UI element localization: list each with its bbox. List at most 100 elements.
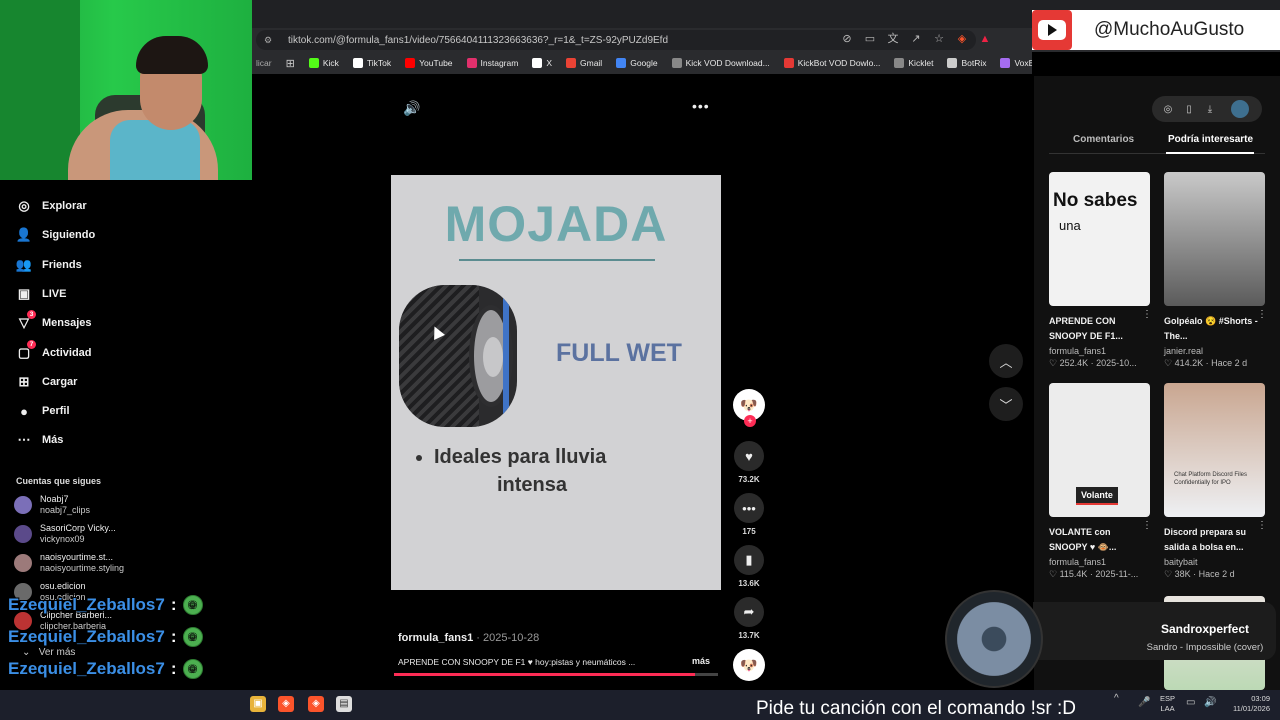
following-account[interactable]: naoisyourtime.st... naoisyourtime.styling (14, 552, 124, 574)
translate-icon[interactable]: 文 (886, 31, 900, 47)
sidebar-item-siguiendo[interactable]: 👤 Siguiendo (16, 227, 95, 243)
recommended-video-card[interactable]: Chat Platform Discord Files Confidential… (1164, 383, 1267, 580)
sidebar-item-friends[interactable]: 👥 Friends (16, 257, 82, 273)
card-stats: ♡ 414.2K · Hace 2 d (1164, 358, 1248, 368)
no-tracking-icon[interactable]: ⊘ (840, 31, 854, 47)
sidebar-item-explorar[interactable]: ◎ Explorar (16, 198, 86, 214)
bookmark-item[interactable]: Kicklet (894, 58, 933, 68)
brave-taskbar-icon-2[interactable]: ◈ (308, 696, 324, 712)
sidebar-item-label: Actividad (42, 346, 92, 359)
bookmark-item[interactable]: KickBot VOD Dowlo... (783, 58, 880, 68)
notification-badge: 3 (27, 310, 36, 320)
taskbar-app-icon[interactable]: ▣ (250, 696, 266, 712)
share-button[interactable]: ➦ 13.7K (733, 597, 765, 640)
lang-top: ESP (1160, 694, 1176, 703)
bookmark-item[interactable]: Kick (308, 58, 339, 68)
messages-icon: ▽ 3 (16, 310, 36, 331)
apps-grid-icon[interactable]: ⊞ (286, 57, 295, 70)
sidebar-item-actividad[interactable]: ▢ 7 Actividad (16, 339, 92, 361)
site-info-icon[interactable]: ⚙ (264, 35, 276, 46)
card-more-icon[interactable]: ⋮ (1142, 309, 1152, 320)
tab-might-interest[interactable]: Podría interesarte (1168, 134, 1253, 145)
recommended-video-card[interactable]: Volante VOLANTE con SNOOPY ♥ 🐵... formula_… (1049, 383, 1152, 580)
comment-button[interactable]: ••• 175 (733, 493, 765, 536)
card-more-icon[interactable]: ⋮ (1142, 520, 1152, 531)
video-headline-rule (459, 259, 655, 261)
bookmark-partial-label: licar (256, 58, 272, 68)
card-author: janier.real (1164, 346, 1204, 356)
bookmark-item[interactable]: Kick VOD Download... (671, 58, 770, 68)
sidebar-item-label: Siguiendo (42, 229, 96, 242)
video-player[interactable]: MOJADA FULL WET Ideales para lluvia inte… (391, 175, 721, 590)
webcam-wall (0, 0, 80, 180)
video-author-line[interactable]: formula_fans1 · 2025-10-28 (398, 632, 539, 644)
user-avatar[interactable] (1231, 100, 1249, 118)
volume-icon[interactable]: 🔊 (403, 100, 420, 117)
brave-shield-icon[interactable]: ◈ (955, 31, 969, 47)
video-bullet: Ideales para lluvia intensa (416, 443, 716, 499)
bookmark-star-icon[interactable]: ☆ (932, 31, 946, 47)
sidebar-item-label: Perfil (42, 405, 70, 418)
tab-comments[interactable]: Comentarios (1073, 134, 1134, 145)
language-indicator[interactable]: ESP LAA (1160, 694, 1175, 714)
mic-icon[interactable]: 🎤 (1138, 697, 1150, 708)
recommended-video-card[interactable]: No sabes una APRENDE CON SNOOPY DE F1... fo… (1049, 172, 1152, 369)
bookmark-item[interactable]: BotRix (947, 58, 986, 68)
wet-tire-image (399, 285, 517, 427)
sidebar-item-perfil[interactable]: ● Perfil (16, 403, 70, 419)
download-icon[interactable]: ⤓ (1204, 104, 1216, 115)
chevron-down-icon: ﹀ (999, 397, 1013, 413)
recommended-video-card[interactable]: Golpéalo 😵 #Shorts - The... janier.real ♡ … (1164, 172, 1267, 369)
more-options-icon[interactable]: ••• (692, 98, 710, 114)
bullet-line-2: intensa (497, 474, 568, 496)
chat-separator: : (170, 627, 177, 646)
brave-rewards-icon[interactable]: ▲ (978, 31, 992, 47)
bookmark-item[interactable]: Google (616, 58, 658, 68)
system-clock[interactable]: 03:09 11/01/2026 (1224, 694, 1270, 714)
sound-disc-button[interactable]: 🐶 (733, 649, 765, 681)
see-more-link[interactable]: ⌄ Ver más (22, 647, 75, 658)
bookmark-label: YouTube (419, 58, 453, 68)
cast-icon[interactable]: ▭ (863, 31, 877, 47)
bookmark-item[interactable]: TikTok (352, 58, 391, 68)
previous-video-button[interactable]: ︿ (989, 344, 1023, 378)
description-more-button[interactable]: más (692, 656, 710, 666)
sidebar-item-live[interactable]: ▣ LIVE (16, 286, 67, 302)
next-video-button[interactable]: ﹀ (989, 387, 1023, 421)
activity-icon: ▢ 7 (16, 339, 36, 361)
following-handle: vickynox09 (40, 534, 85, 544)
save-button[interactable]: ▮ 13.6K (733, 545, 765, 588)
thumbnail-caption: No sabes (1053, 190, 1138, 211)
clock-date: 11/01/2026 (1233, 704, 1270, 713)
author-avatar-button[interactable]: 🐶 + (733, 389, 765, 427)
video-progress-bar[interactable] (394, 673, 718, 676)
compass-small-icon[interactable]: ◎ (1162, 104, 1174, 115)
sidebar-item-ms[interactable]: ⋯ Más (16, 432, 64, 448)
like-button[interactable]: ♥ 73.2K (733, 441, 765, 484)
card-author: formula_fans1 (1049, 557, 1107, 567)
bookmark-item[interactable]: Instagram (466, 58, 518, 68)
brave-taskbar-icon[interactable]: ◈ (278, 696, 294, 712)
sidebar-item-cargar[interactable]: ⊞ Cargar (16, 374, 78, 390)
speaker-icon[interactable]: 🔊 (1204, 697, 1216, 708)
kick-icon (308, 58, 319, 68)
bookmark-item[interactable]: Gmail (566, 58, 602, 68)
card-more-icon[interactable]: ⋮ (1257, 520, 1267, 531)
sidebar-item-mensajes[interactable]: ▽ 3 Mensajes (16, 310, 92, 331)
card-more-icon[interactable]: ⋮ (1257, 309, 1267, 320)
bookmark-partial[interactable]: licar (256, 58, 272, 68)
tray-chevron-icon[interactable]: ^ (1114, 693, 1119, 704)
following-account[interactable]: SasoriCorp Vicky... vickynox09 (14, 523, 116, 545)
device-icon[interactable]: ▯ (1183, 104, 1195, 115)
heart-icon: ♥ (734, 441, 764, 471)
system-tray: ^ (1114, 693, 1119, 704)
network-icon[interactable]: ▭ (1186, 697, 1195, 708)
bookmark-item[interactable]: X (532, 58, 552, 68)
following-account[interactable]: Noabj7 noabj7_clips (14, 494, 90, 516)
file-taskbar-icon[interactable]: ▤ (336, 696, 352, 712)
bookmark-item[interactable]: VoxBot (1000, 58, 1032, 68)
share-icon[interactable]: ↗ (909, 31, 923, 47)
bookmark-item[interactable]: YouTube (405, 58, 453, 68)
follow-plus-icon[interactable]: + (744, 415, 756, 427)
card-title: Golpéalo 😵 #Shorts - The... (1164, 316, 1258, 341)
